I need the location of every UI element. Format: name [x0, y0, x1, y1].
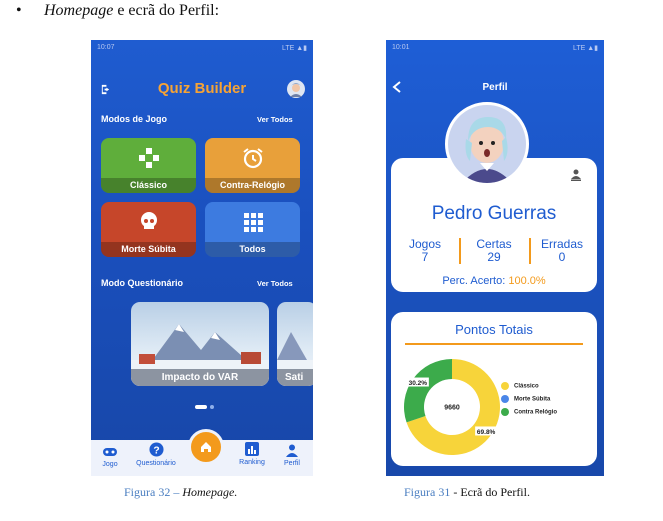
profile-name: Pedro Guerras — [431, 203, 557, 224]
caption-prefix: Figura 32 – — [124, 485, 183, 499]
stat-divider — [459, 238, 461, 264]
nav-jogo-label: Jogo — [102, 461, 118, 468]
skull-icon — [137, 210, 161, 239]
donut-slice-2 — [404, 359, 452, 423]
gamepad-icon — [103, 448, 117, 456]
quiz-see-all-link[interactable]: Ver Todos — [257, 279, 293, 288]
legend-swatch — [501, 408, 509, 416]
grid-icon — [241, 210, 265, 239]
page-title: Perfil — [482, 82, 508, 93]
profile-screenshot: 10:01 LTE ▲▮ Perfil Pedro Guerras Jogos … — [386, 40, 604, 476]
accuracy-line: Perc. Acerto: 100.0% — [391, 275, 597, 287]
mode-tile-label: Clássico — [101, 178, 196, 193]
mode-tile-label: Todos — [205, 242, 300, 257]
stat-jogos: Jogos 7 — [395, 238, 455, 264]
accuracy-value: 100.0% — [508, 275, 546, 287]
nav-ranking[interactable]: Ranking — [234, 442, 270, 466]
modes-heading: Modos de Jogo — [101, 114, 167, 124]
status-time: 10:01 — [392, 44, 410, 51]
gamepad-icon — [137, 146, 161, 175]
nav-perfil-label: Perfil — [284, 460, 300, 467]
quiz-card[interactable]: Sati — [277, 302, 313, 386]
legend-label: Contra Relógio — [514, 409, 557, 416]
caption-homepage: Figura 32 – Homepage. — [124, 485, 237, 500]
nav-jogo[interactable]: Jogo — [97, 446, 123, 468]
app-title: Quiz Builder — [157, 80, 247, 97]
ranking-icon — [245, 442, 259, 456]
caption-rest: - Ecrã do Perfil. — [450, 485, 530, 499]
legend-item: Morte Súbita — [501, 395, 550, 403]
status-icons: LTE ▲▮ — [281, 45, 307, 52]
avatar[interactable] — [287, 80, 305, 98]
bullet-line: • Homepage e ecrã do Perfil: — [16, 2, 219, 20]
home-button[interactable] — [188, 429, 224, 465]
nav-questionario[interactable]: ? Questionário — [131, 442, 181, 467]
profile-avatar — [445, 102, 529, 186]
mode-tile-contra-relogio[interactable]: Contra-Relógio — [205, 138, 300, 193]
homepage-term: Homepage — [44, 2, 114, 19]
mode-tile-todos[interactable]: Todos — [205, 202, 300, 257]
stat-certas: Certas 29 — [464, 238, 524, 264]
accuracy-label: Perc. Acerto: — [442, 275, 506, 287]
help-icon: ? — [148, 442, 164, 457]
svg-text:?: ? — [153, 445, 159, 456]
bullet-text: e ecrã do Perfil: — [113, 2, 220, 19]
quiz-heading: Modo Questionário — [101, 278, 183, 288]
mode-tile-classico[interactable]: Clássico — [101, 138, 196, 193]
alarm-clock-icon — [241, 146, 265, 175]
stat-value: 7 — [421, 250, 429, 264]
mode-tile-morte-subita[interactable]: Morte Súbita — [101, 202, 196, 257]
stat-value: 0 — [558, 250, 566, 264]
caption-prefix: Figura 31 — [404, 485, 451, 499]
legend-item: Clássico — [501, 382, 539, 390]
legend-label: Clássico — [514, 383, 539, 390]
points-donut-chart: 69.8% 30.2% 9660 — [404, 359, 500, 455]
mode-tile-label: Morte Súbita — [101, 242, 196, 257]
modes-see-all-link[interactable]: Ver Todos — [257, 115, 293, 124]
legend-swatch — [501, 382, 509, 390]
stat-divider — [529, 238, 531, 264]
points-divider — [405, 343, 583, 345]
caption-profile: Figura 31 - Ecrã do Perfil. — [404, 485, 530, 500]
points-title: Pontos Totais — [455, 322, 533, 337]
legend-swatch — [501, 395, 509, 403]
slice-label: 30.2% — [409, 380, 428, 387]
person-icon — [286, 444, 298, 457]
nav-ranking-label: Ranking — [239, 459, 265, 466]
slice-label: 69.8% — [477, 429, 496, 436]
donut-center-label: 9660 — [444, 405, 460, 412]
status-bar: 10:07 LTE ▲▮ — [91, 40, 313, 56]
points-card: Pontos Totais 69.8% 30.2% 9660 Clássico Mo… — [391, 312, 597, 466]
homepage-screenshot: 10:07 LTE ▲▮ Quiz Builder Modos de Jogo … — [91, 40, 313, 476]
stat-value: 29 — [487, 250, 501, 264]
stat-erradas: Erradas 0 — [532, 238, 592, 264]
quiz-card-label: Impacto do VAR — [131, 369, 269, 386]
legend-label: Morte Súbita — [514, 396, 551, 403]
bullet-marker: • — [16, 2, 22, 19]
nav-questionario-label: Questionário — [136, 460, 176, 467]
status-time: 10:07 — [97, 44, 115, 51]
caption-italic: Homepage. — [182, 485, 238, 499]
person-settings-icon[interactable] — [571, 168, 581, 186]
quiz-card[interactable]: Impacto do VAR — [131, 302, 269, 386]
status-bar: 10:01 LTE ▲▮ — [386, 40, 604, 56]
nav-perfil[interactable]: Perfil — [279, 444, 305, 467]
mode-tile-label: Contra-Relógio — [205, 178, 300, 193]
legend-item: Contra Relógio — [501, 408, 557, 416]
quiz-card-label: Sati — [277, 369, 313, 386]
home-icon — [201, 442, 211, 452]
carousel-pager[interactable] — [195, 397, 215, 415]
status-icons: LTE ▲▮ — [572, 45, 598, 52]
